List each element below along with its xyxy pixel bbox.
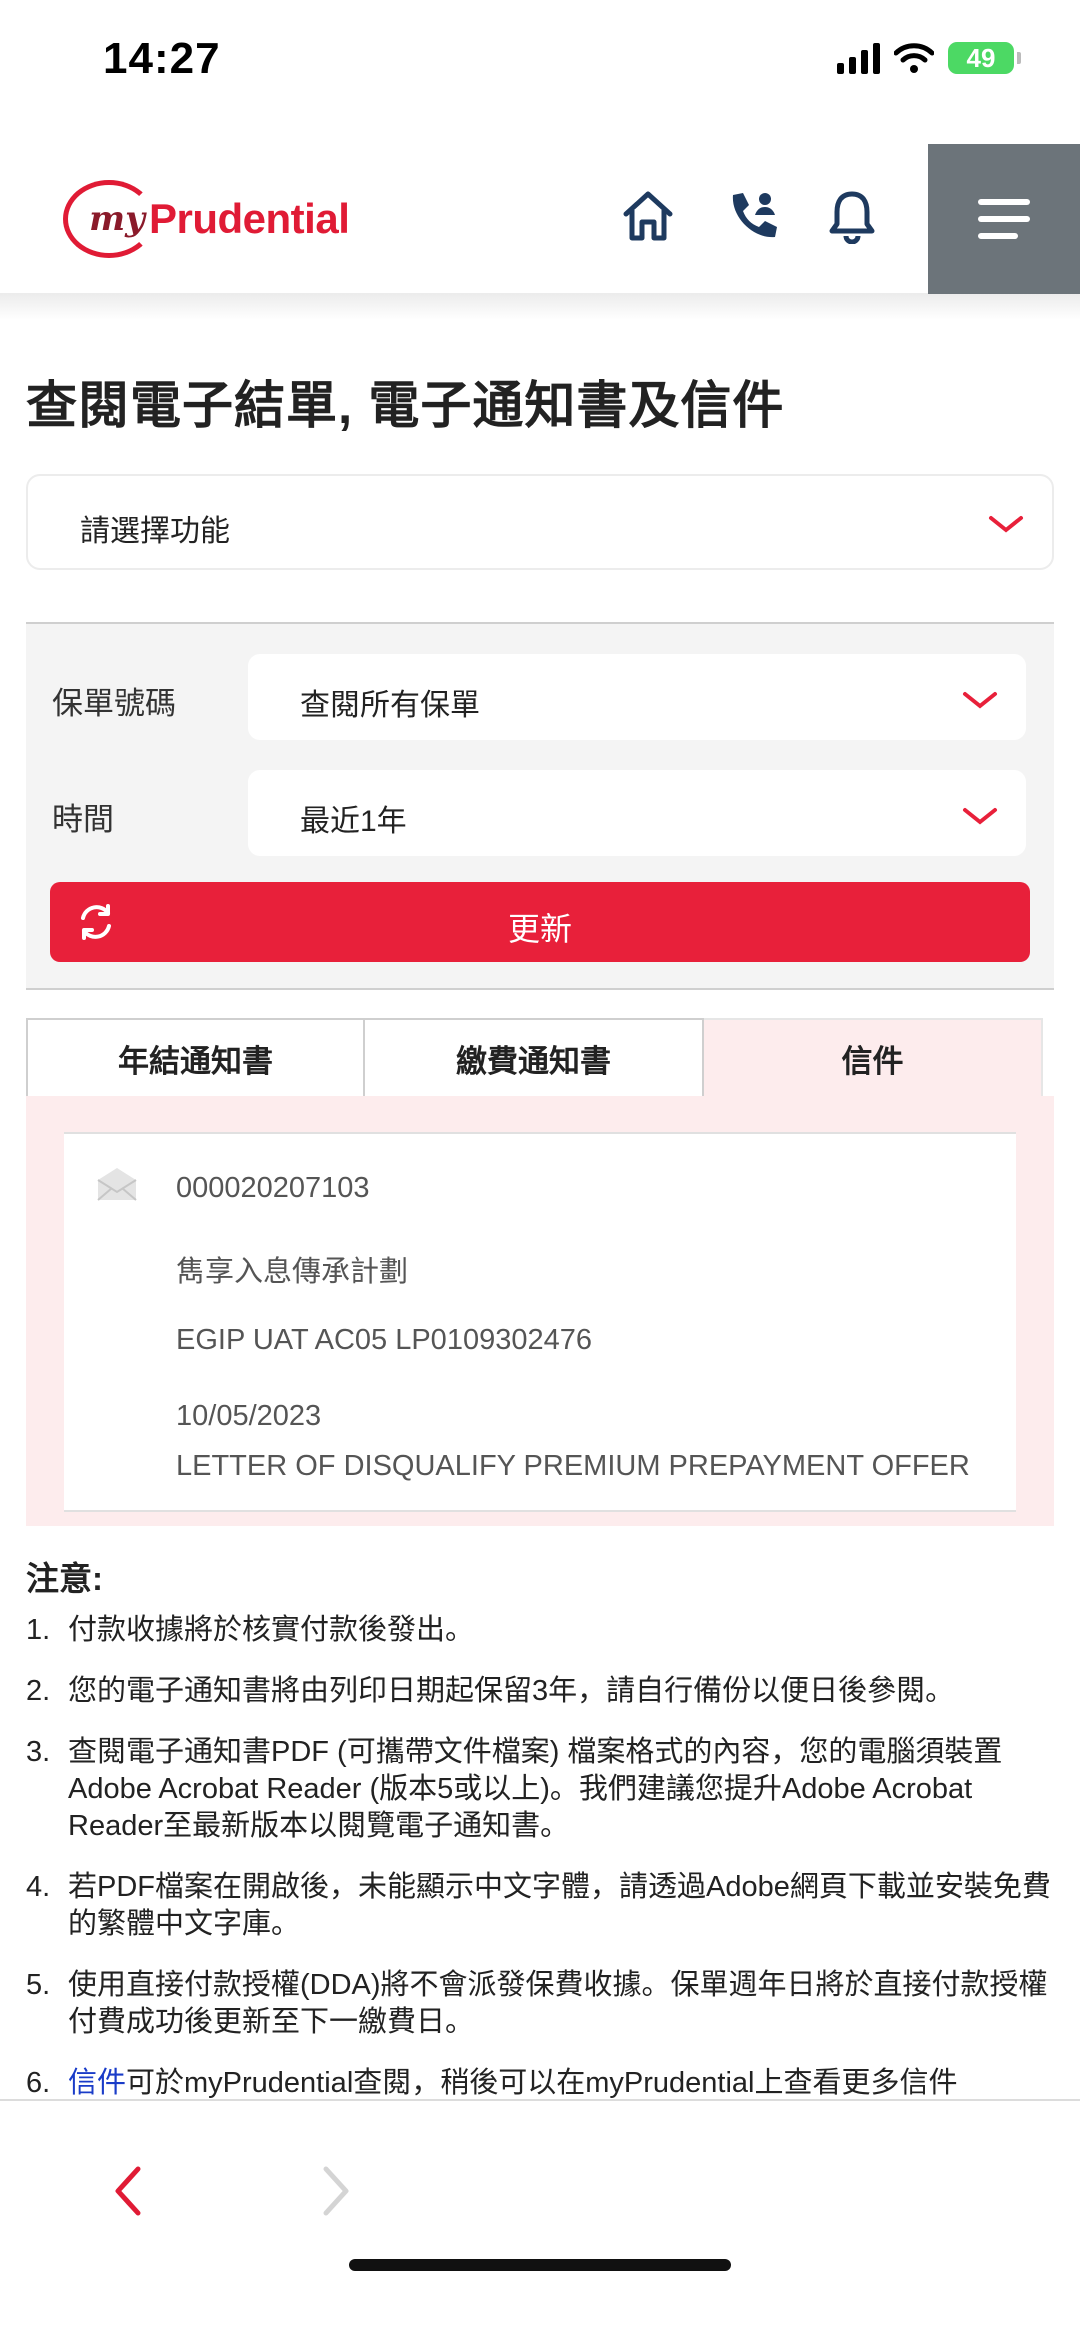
note-item: 6. 信件可於myPrudential查閱，稍後可以在myPrudential上查… — [26, 2067, 958, 2099]
chevron-down-icon — [963, 692, 997, 709]
notes-list: 1. 付款收據將於核實付款後發出。 2. 您的電子通知書將由列印日期起保留3年，請自… — [26, 1612, 1056, 2126]
header-shadow — [0, 294, 1080, 320]
policy-number-label: 保單號碼 — [52, 686, 176, 721]
note-item: 3. 查閱電子通知書PDF (可攜帶文件檔案) 檔案格式的內容，您的電腦須裝置Ad… — [26, 1736, 1003, 1842]
tab-payment-notice[interactable]: 繳費通知書 — [365, 1018, 704, 1096]
letter-list: 000020207103 雋享入息傳承計劃 EGIP UAT AC05 LP01… — [26, 1096, 1054, 1526]
document-tabs: 年結通知書 繳費通知書 信件 — [26, 1018, 1044, 1096]
chevron-down-icon — [989, 516, 1023, 533]
page-title: 查閱電子結單, 電子通知書及信件 — [26, 377, 785, 434]
policy-select[interactable]: 查閱所有保單 — [248, 654, 1026, 740]
function-select-value: 請選擇功能 — [80, 515, 230, 548]
logo[interactable]: my Prudential — [63, 178, 350, 260]
logo-prefix: my — [89, 199, 145, 239]
logo-brand: Prudential — [149, 195, 350, 242]
period-label: 時間 — [52, 802, 114, 837]
forward-arrow-icon[interactable] — [306, 2151, 366, 2231]
phone-icon[interactable] — [720, 184, 784, 248]
note-item: 1. 付款收據將於核實付款後發出。 — [26, 1614, 475, 1646]
note-item: 4. 若PDF檔案在開啟後，未能顯示中文字體，請透過Adobe網頁下載並安裝免費的… — [26, 1871, 1051, 1940]
notes-title: 注意: — [26, 1560, 103, 1597]
letter-date: 10/05/2023 — [176, 1400, 322, 1432]
letter-number: 000020207103 — [176, 1172, 370, 1204]
tab-letters[interactable]: 信件 — [704, 1018, 1043, 1096]
menu-icon[interactable] — [928, 144, 1080, 294]
signal-icon — [837, 42, 880, 74]
battery-icon: 49 — [948, 42, 1021, 74]
status-icons: 49 — [837, 42, 1021, 74]
letter-reference: EGIP UAT AC05 LP0109302476 — [176, 1324, 592, 1356]
bell-icon[interactable] — [820, 184, 884, 248]
function-select[interactable]: 請選擇功能 — [26, 474, 1054, 570]
filter-panel: 保單號碼 查閱所有保單 時間 最近1年 更新 — [26, 622, 1054, 990]
home-indicator — [349, 2259, 731, 2271]
browser-toolbar — [0, 2099, 1080, 2337]
home-icon[interactable] — [616, 184, 680, 248]
refresh-label: 更新 — [507, 911, 572, 947]
period-select-value: 最近1年 — [300, 805, 407, 838]
chevron-down-icon — [963, 808, 997, 825]
note-item: 5. 使用直接付款授權(DDA)將不會派發保費收據。保單週年日將於直接付款授權付費… — [26, 1969, 1048, 2038]
status-bar: 14:27 49 — [0, 0, 1080, 130]
status-time: 14:27 — [103, 34, 221, 83]
policy-select-value: 查閱所有保單 — [300, 689, 480, 722]
period-select[interactable]: 最近1年 — [248, 770, 1026, 856]
app-header: my Prudential — [0, 144, 1080, 294]
battery-level: 49 — [966, 42, 996, 73]
tab-annual-statement[interactable]: 年結通知書 — [26, 1018, 365, 1096]
back-arrow-icon[interactable] — [98, 2151, 158, 2231]
letter-item[interactable]: 000020207103 雋享入息傳承計劃 EGIP UAT AC05 LP01… — [64, 1132, 1016, 1512]
letter-subject[interactable]: LETTER OF DISQUALIFY PREMIUM PREPAYMENT … — [176, 1450, 970, 1483]
refresh-button[interactable]: 更新 — [50, 882, 1030, 962]
envelope-icon — [97, 1168, 137, 1201]
letter-plan: 雋享入息傳承計劃 — [176, 1256, 409, 1288]
wifi-icon — [894, 43, 934, 73]
letters-link[interactable]: 信件 — [68, 2067, 126, 2099]
logo-ring: my — [63, 180, 155, 258]
note-item: 2. 您的電子通知書將由列印日期起保留3年，請自行備份以便日後參閱。 — [26, 1675, 955, 1707]
